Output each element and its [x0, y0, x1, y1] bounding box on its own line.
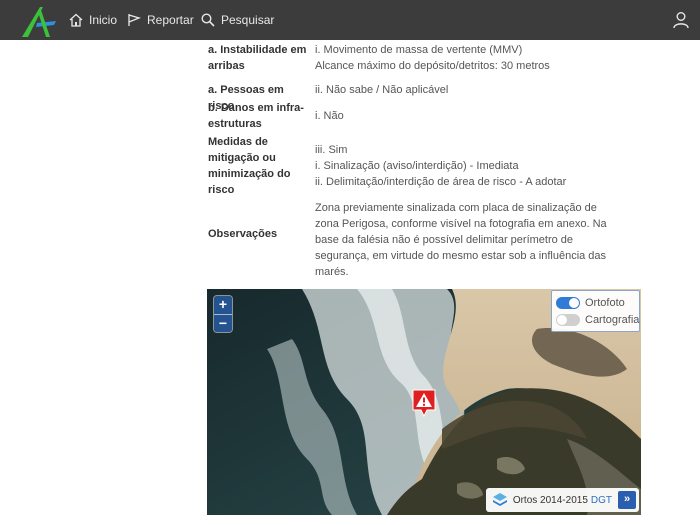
value-mitigation-line1: iii. Sim — [315, 144, 348, 156]
zoom-in-button[interactable]: + — [214, 296, 232, 314]
label-infrastructure: b. Danos em infra-estruturas — [208, 102, 304, 130]
layer-switcher: Ortofoto Cartografia — [551, 290, 640, 332]
label-observations: Observações — [208, 228, 278, 240]
value-instability: i. Movimento de massa de vertente (MMV) … — [315, 42, 635, 74]
value-instability-line2: Alcance máximo do depósito/detritos: 30 … — [315, 60, 550, 72]
attribution-text: Ortos 2014-2015 — [512, 494, 588, 506]
search-icon — [201, 13, 215, 27]
nav-search-label: Pesquisar — [221, 13, 275, 27]
attribution-link[interactable]: DGT — [591, 495, 612, 506]
app-logo[interactable] — [20, 3, 60, 39]
layer-cartografia[interactable]: Cartografia — [556, 312, 639, 328]
nav-search[interactable]: Pesquisar — [201, 0, 274, 40]
value-observations: Zona previamente sinalizada com placa de… — [315, 202, 607, 278]
value-instability-line1: i. Movimento de massa de vertente (MMV) — [315, 44, 523, 56]
layer-ortofoto[interactable]: Ortofoto — [556, 295, 625, 311]
toggle-cartografia[interactable] — [556, 314, 580, 326]
user-icon[interactable] — [672, 11, 690, 29]
map-view[interactable]: + − Ortofoto Cartografia Ortos 2014-2015… — [207, 289, 641, 515]
layer-ortofoto-label: Ortofoto — [585, 297, 625, 309]
top-navbar: Inicio Reportar Pesquisar — [0, 0, 700, 40]
nav-home[interactable]: Inicio — [69, 0, 117, 40]
value-infrastructure: i. Não — [315, 110, 344, 122]
zoom-out-button[interactable]: − — [214, 314, 232, 332]
layer-cartografia-label: Cartografia — [585, 314, 640, 326]
nav-report[interactable]: Reportar — [127, 0, 194, 40]
flag-icon — [128, 14, 141, 26]
value-people-risk: ii. Não sabe / Não aplicável — [315, 84, 449, 96]
label-instability: a. Instabilidade em arribas — [208, 44, 307, 72]
value-mitigation-line2: i. Sinalização (aviso/interdição) - Imed… — [315, 160, 519, 172]
warning-marker-icon[interactable] — [412, 389, 436, 417]
value-mitigation-line3: ii. Delimitação/interdição de área de ri… — [315, 176, 567, 188]
nav-report-label: Reportar — [147, 13, 194, 27]
layers-icon — [492, 493, 507, 506]
value-mitigation: iii. Sim i. Sinalização (aviso/interdiçã… — [315, 142, 635, 190]
home-icon — [69, 13, 83, 27]
map-attribution: Ortos 2014-2015 DGT » — [485, 488, 639, 512]
toggle-ortofoto[interactable] — [556, 297, 580, 309]
zoom-control: + − — [214, 296, 232, 332]
nav-home-label: Inicio — [89, 13, 118, 27]
label-mitigation: Medidas de mitigação ou minimização do r… — [208, 136, 291, 196]
expand-button[interactable]: » — [618, 491, 636, 509]
